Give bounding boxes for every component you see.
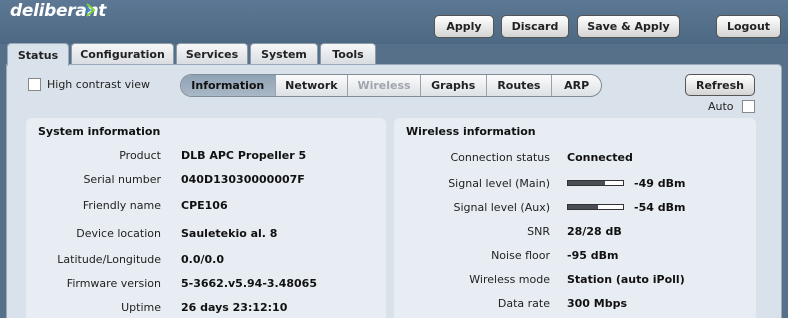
system-row-label: Device location — [76, 227, 161, 240]
wireless-row-label: Signal level (Main) — [448, 177, 550, 190]
system-row-value: 26 days 23:12:10 — [181, 301, 288, 314]
signal-meter — [567, 180, 624, 186]
tab-status[interactable]: Status — [7, 43, 69, 66]
tab-system[interactable]: System — [250, 43, 318, 64]
wireless-row-label: Data rate — [497, 297, 550, 310]
subtab-network[interactable]: Network — [276, 75, 349, 96]
system-info-title: System information — [38, 125, 161, 138]
auto-refresh-checkbox[interactable] — [742, 100, 755, 113]
tab-services[interactable]: Services — [176, 43, 248, 64]
system-row-label: Latitude/Longitude — [57, 253, 161, 266]
system-row-label: Product — [119, 149, 161, 162]
system-row-label: Uptime — [121, 301, 161, 314]
signal-meter-fill — [568, 205, 599, 209]
system-row-value: 0.0/0.0 — [181, 253, 224, 266]
tab-tools[interactable]: Tools — [320, 43, 376, 64]
logout-button[interactable]: Logout — [716, 15, 781, 38]
system-row-value: DLB APC Propeller 5 — [181, 149, 307, 162]
subtab-graphs[interactable]: Graphs — [421, 75, 487, 96]
wireless-row-label: Signal level (Aux) — [453, 201, 550, 214]
wireless-row-label: SNR — [527, 225, 550, 238]
wireless-row-value: 300 Mbps — [567, 297, 628, 310]
signal-meter — [567, 204, 624, 210]
high-contrast-checkbox[interactable] — [28, 78, 41, 91]
refresh-button[interactable]: Refresh — [685, 74, 755, 96]
system-row-value: 5-3662.v5.94-3.48065 — [181, 277, 317, 290]
wireless-row-value: 28/28 dB — [567, 225, 622, 238]
system-row-label: Friendly name — [82, 199, 161, 212]
wireless-row-label: Noise floor — [491, 249, 550, 262]
system-row-label: Firmware version — [66, 277, 161, 290]
discard-button[interactable]: Discard — [501, 15, 569, 38]
wireless-info-title: Wireless information — [406, 125, 536, 138]
wireless-row-label: Connection status — [450, 151, 550, 164]
subtab-wireless: Wireless — [348, 75, 421, 96]
signal-meter-fill — [568, 181, 606, 185]
system-row-label: Serial number — [83, 173, 161, 186]
system-row-value: 040D13030000007F — [181, 173, 305, 186]
wireless-row-value: -49 dBm — [634, 177, 686, 190]
subtab-routes[interactable]: Routes — [487, 75, 553, 96]
wireless-row-value: Connected — [567, 151, 633, 164]
tab-configuration[interactable]: Configuration — [71, 43, 174, 64]
subtab-arp[interactable]: ARP — [552, 75, 601, 96]
wireless-row-value: Station (auto iPoll) — [567, 273, 685, 286]
auto-label: Auto — [708, 100, 734, 113]
logo-arrows-icon — [86, 3, 96, 17]
wireless-row-value: -95 dBm — [567, 249, 619, 262]
high-contrast-label: High contrast view — [47, 78, 150, 91]
apply-button[interactable]: Apply — [434, 15, 494, 38]
subtab-information[interactable]: Information — [181, 75, 276, 96]
wireless-row-label: Wireless mode — [469, 273, 550, 286]
system-row-value: Sauletekio al. 8 — [181, 227, 278, 240]
wireless-row-value: -54 dBm — [634, 201, 686, 214]
save-apply-button[interactable]: Save & Apply — [577, 15, 680, 38]
system-row-value: CPE106 — [181, 199, 228, 212]
wireless-info-panel — [394, 118, 756, 318]
info-subtabs: Information Network Wireless Graphs Rout… — [180, 74, 602, 97]
